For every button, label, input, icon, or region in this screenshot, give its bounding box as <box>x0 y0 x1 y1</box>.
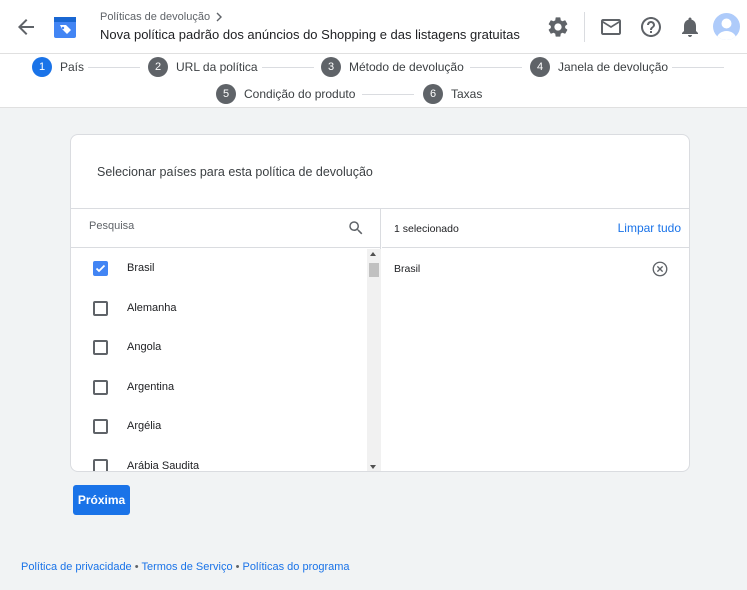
selected-country-label: Brasil <box>394 263 421 275</box>
country-label: Argentina <box>127 381 175 393</box>
checkbox[interactable] <box>93 459 108 471</box>
country-selection-card: Selecionar países para esta política de … <box>70 134 690 472</box>
notifications-bell-icon[interactable] <box>678 15 702 39</box>
step-connector <box>362 94 414 95</box>
merchant-center-logo-icon <box>54 17 76 38</box>
checkmark-icon <box>95 264 106 273</box>
step-label: Janela de devolução <box>558 60 669 74</box>
step-return-window[interactable]: 4 Janela de devolução <box>530 57 668 77</box>
checkbox[interactable] <box>93 419 108 434</box>
country-item-argelia[interactable]: Argélia <box>71 407 367 447</box>
step-label: URL da política <box>176 60 258 74</box>
step-return-method[interactable]: 3 Método de devolução <box>321 57 464 77</box>
selected-pane: 1 selecionado Limpar tudo Brasil <box>382 209 689 471</box>
step-policy-url[interactable]: 2 URL da política <box>148 57 258 77</box>
step-label: Condição do produto <box>244 87 356 101</box>
progress-stepper: 1 País 2 URL da política 3 Método de dev… <box>0 54 747 108</box>
country-label: Angola <box>127 341 162 353</box>
selected-count: 1 selecionado <box>394 223 459 235</box>
country-item-argentina[interactable]: Argentina <box>71 368 367 408</box>
separator: • <box>134 561 139 573</box>
next-button[interactable]: Próxima <box>73 485 130 515</box>
step-label: Taxas <box>451 87 483 101</box>
country-list: Brasil Alemanha Angola Argentina Argélia… <box>71 249 367 472</box>
country-list-pane: Brasil Alemanha Angola Argentina Argélia… <box>71 209 381 472</box>
country-label: Argélia <box>127 420 162 432</box>
scrollbar-thumb[interactable] <box>369 263 379 277</box>
country-item-alemanha[interactable]: Alemanha <box>71 289 367 329</box>
country-item-angola[interactable]: Angola <box>71 328 367 368</box>
step-number: 5 <box>216 84 236 104</box>
step-product-condition[interactable]: 5 Condição do produto <box>216 84 355 104</box>
step-number: 3 <box>321 57 341 77</box>
step-connector <box>88 67 140 68</box>
search-icon[interactable] <box>347 219 365 237</box>
clear-all-button[interactable]: Limpar tudo <box>618 221 681 235</box>
checkbox[interactable] <box>93 301 108 316</box>
search-input[interactable] <box>89 220 329 232</box>
country-item-arabia-saudita[interactable]: Arábia Saudita <box>71 447 367 472</box>
step-connector <box>672 67 724 68</box>
checkbox-checked[interactable] <box>93 261 108 276</box>
person-icon <box>716 18 737 40</box>
step-connector <box>262 67 314 68</box>
back-arrow-icon[interactable] <box>14 15 38 39</box>
scroll-down-arrow-icon[interactable] <box>370 465 376 469</box>
step-fees[interactable]: 6 Taxas <box>423 84 482 104</box>
step-number: 2 <box>148 57 168 77</box>
help-icon[interactable] <box>639 15 663 39</box>
terms-of-service-link[interactable]: Termos de Serviço <box>141 561 232 573</box>
gear-icon[interactable] <box>546 15 570 39</box>
step-country[interactable]: 1 País <box>32 57 84 77</box>
chevron-right-icon <box>216 12 223 22</box>
separator: • <box>235 561 240 573</box>
search-row <box>71 209 381 248</box>
step-number: 4 <box>530 57 550 77</box>
app-header: Políticas de devolução Nova política pad… <box>0 0 747 54</box>
page-title: Nova política padrão dos anúncios do Sho… <box>100 27 520 42</box>
checkbox[interactable] <box>93 380 108 395</box>
step-label: Método de devolução <box>349 60 464 74</box>
selected-header: 1 selecionado Limpar tudo <box>382 209 689 248</box>
breadcrumb-link[interactable]: Políticas de devolução <box>100 11 210 23</box>
title-block: Políticas de devolução Nova política pad… <box>100 11 520 42</box>
breadcrumb: Políticas de devolução <box>100 11 520 23</box>
country-label: Alemanha <box>127 302 177 314</box>
checkbox[interactable] <box>93 340 108 355</box>
list-scrollbar[interactable] <box>367 249 381 471</box>
scroll-up-arrow-icon[interactable] <box>370 252 376 256</box>
footer-links: Política de privacidade • Termos de Serv… <box>21 561 350 573</box>
selected-item: Brasil <box>382 249 689 289</box>
step-number: 6 <box>423 84 443 104</box>
step-connector <box>470 67 522 68</box>
step-label: País <box>60 60 85 74</box>
country-label: Brasil <box>127 262 155 274</box>
card-title: Selecionar países para esta política de … <box>97 165 373 179</box>
mail-icon[interactable] <box>599 15 623 39</box>
privacy-policy-link[interactable]: Política de privacidade <box>21 561 132 573</box>
remove-circle-x-icon[interactable] <box>651 260 669 278</box>
step-number: 1 <box>32 57 52 77</box>
account-avatar[interactable] <box>713 13 740 40</box>
country-label: Arábia Saudita <box>127 460 200 472</box>
program-policies-link[interactable]: Políticas do programa <box>243 561 350 573</box>
country-item-brasil[interactable]: Brasil <box>71 249 367 289</box>
header-divider <box>584 12 585 42</box>
